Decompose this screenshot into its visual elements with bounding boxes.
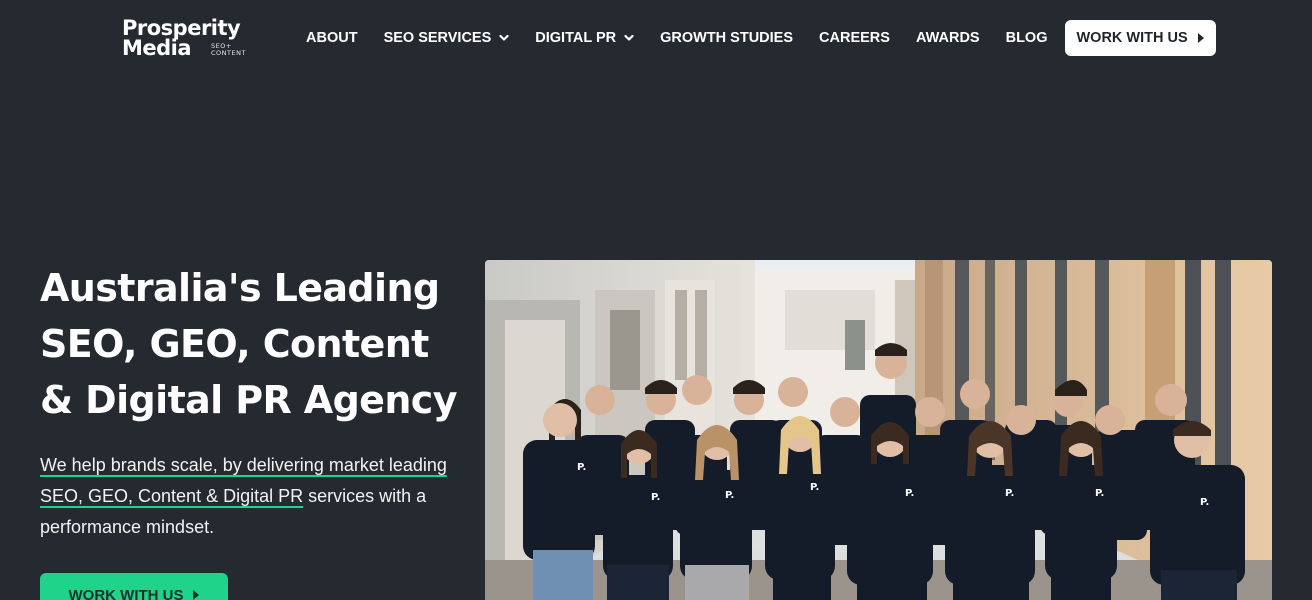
main-nav: ABOUT SEO SERVICES DIGITAL PR GROWTH STU… bbox=[296, 20, 1216, 56]
nav-item-blog[interactable]: BLOG bbox=[996, 20, 1058, 56]
hero-title: Australia's Leading SEO, GEO, Content & … bbox=[40, 260, 470, 428]
chevron-down-icon bbox=[499, 34, 509, 41]
logo-text-media: Media bbox=[122, 36, 192, 60]
nav-item-label: SEO SERVICES bbox=[383, 30, 492, 46]
nav-item-careers[interactable]: CAREERS bbox=[809, 20, 900, 56]
logo-tag-content: CONTENT bbox=[211, 49, 246, 57]
play-arrow-icon bbox=[1197, 33, 1204, 43]
nav-item-growth-studies[interactable]: GROWTH STUDIES bbox=[650, 20, 803, 56]
site-header: Prosperity Media SEO+ CONTENT ABOUT SEO … bbox=[0, 0, 1312, 76]
nav-item-about[interactable]: ABOUT bbox=[296, 20, 368, 56]
chevron-down-icon bbox=[624, 34, 634, 41]
svg-text:P.: P. bbox=[1095, 488, 1104, 499]
nav-item-label: AWARDS bbox=[915, 30, 980, 46]
hero-description: We help brands scale, by delivering mark… bbox=[40, 450, 450, 543]
nav-item-seo-services[interactable]: SEO SERVICES bbox=[374, 20, 520, 56]
team-photo: P. P. P. P. P. P. P. P. bbox=[485, 260, 1272, 600]
svg-text:P.: P. bbox=[905, 488, 914, 499]
nav-item-label: DIGITAL PR bbox=[535, 30, 617, 46]
work-with-us-hero-button[interactable]: WORK WITH US bbox=[40, 573, 228, 600]
work-with-us-nav-button[interactable]: WORK WITH US bbox=[1065, 20, 1216, 56]
svg-text:P.: P. bbox=[1200, 497, 1209, 508]
nav-item-label: BLOG bbox=[1005, 30, 1048, 46]
brand-logo[interactable]: Prosperity Media SEO+ CONTENT bbox=[122, 17, 262, 61]
hero-title-line: SEO, GEO, Content bbox=[40, 322, 429, 366]
logo-tagline: SEO+ CONTENT bbox=[211, 43, 261, 57]
svg-text:P.: P. bbox=[1005, 488, 1014, 499]
play-arrow-icon bbox=[193, 590, 200, 600]
svg-text:P.: P. bbox=[725, 490, 734, 501]
nav-item-label: ABOUT bbox=[306, 30, 358, 46]
svg-text:P.: P. bbox=[577, 462, 586, 473]
nav-item-label: CAREERS bbox=[819, 30, 890, 46]
hero-title-line: & Digital PR Agency bbox=[40, 378, 458, 422]
nav-cta-label: WORK WITH US bbox=[1076, 30, 1188, 46]
nav-item-label: GROWTH STUDIES bbox=[660, 30, 794, 46]
svg-text:P.: P. bbox=[810, 482, 819, 493]
team-photo-illustration: P. P. P. P. P. P. P. P. bbox=[485, 260, 1272, 600]
nav-item-awards[interactable]: AWARDS bbox=[906, 20, 990, 56]
hero-cta-label: WORK WITH US bbox=[68, 586, 184, 600]
nav-item-digital-pr[interactable]: DIGITAL PR bbox=[525, 20, 644, 56]
svg-text:P.: P. bbox=[651, 492, 660, 503]
hero-title-line: Australia's Leading bbox=[40, 266, 440, 310]
